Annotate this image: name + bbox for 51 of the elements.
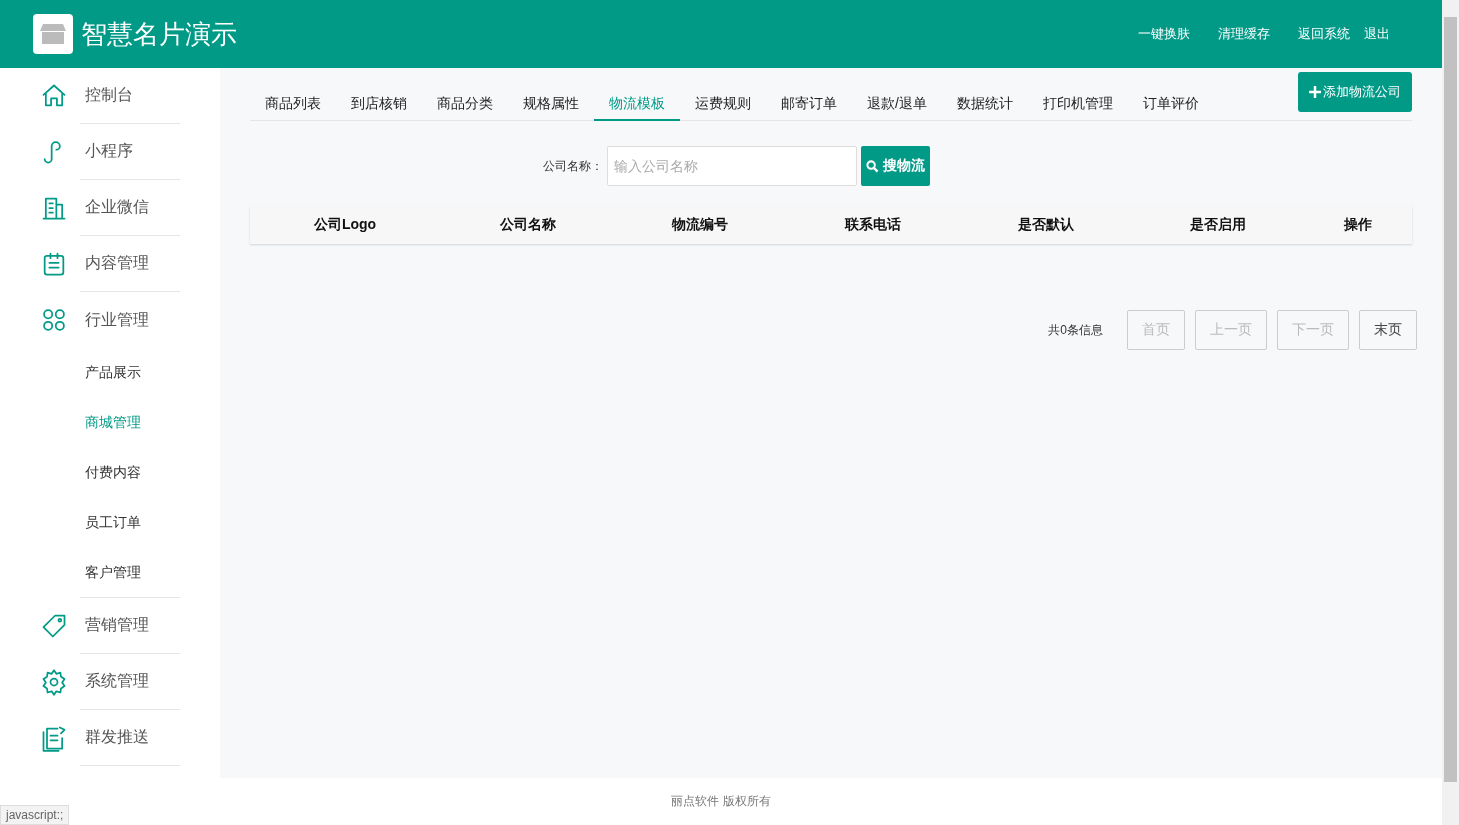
plus-icon: [1309, 86, 1321, 98]
settings-icon: [40, 668, 68, 696]
search-button[interactable]: 搜物流: [860, 146, 930, 186]
add-company-button[interactable]: 添加物流公司: [1298, 72, 1412, 112]
column-header: 联系电话: [843, 216, 902, 234]
tab[interactable]: 订单评价: [1127, 89, 1214, 121]
tab[interactable]: 运费规则: [680, 89, 766, 121]
sidebar-item[interactable]: 行业管理: [80, 309, 149, 331]
app-title: 智慧名片演示: [81, 17, 238, 51]
page-button[interactable]: 末页: [1359, 310, 1417, 350]
sidebar-item[interactable]: 群发推送: [80, 727, 149, 748]
tab[interactable]: 商品列表: [250, 89, 336, 121]
grid-icon: [40, 306, 68, 334]
header-link[interactable]: 返回系统: [1298, 25, 1350, 43]
sidebar-subitem[interactable]: 商城管理: [85, 414, 141, 432]
company-name-label: 公司名称：: [542, 157, 603, 175]
sidebar-item[interactable]: 小程序: [80, 141, 133, 162]
tab[interactable]: 规格属性: [508, 89, 594, 121]
sidebar-item[interactable]: 内容管理: [80, 253, 149, 274]
tab[interactable]: 打印机管理: [1027, 89, 1128, 121]
sidebar-subitem[interactable]: 员工订单: [85, 514, 141, 532]
share-icon: [40, 724, 68, 752]
column-header: 公司名称: [498, 216, 557, 234]
sidebar-subitem[interactable]: 付费内容: [85, 464, 141, 482]
sidebar-subitem[interactable]: 产品展示: [85, 364, 141, 382]
header-link[interactable]: 一键换肤: [1138, 25, 1190, 43]
record-count: 共0条信息: [1048, 321, 1103, 339]
tab[interactable]: 退款/退单: [852, 89, 942, 121]
sidebar-item[interactable]: 控制台: [80, 85, 133, 106]
sidebar-item[interactable]: 企业微信: [80, 197, 149, 218]
scrollbar[interactable]: [1442, 0, 1459, 825]
store-logo-icon: [33, 14, 73, 54]
column-header: 公司Logo: [312, 216, 378, 234]
tag-icon: [40, 612, 68, 640]
column-header: 是否启用: [1189, 216, 1247, 234]
status-url: javascript:;: [0, 805, 70, 825]
tab[interactable]: 邮寄订单: [766, 89, 852, 121]
column-header: 物流编号: [670, 216, 729, 234]
tab[interactable]: 到店核销: [336, 89, 422, 121]
tab[interactable]: 商品分类: [422, 89, 508, 121]
column-header: 操作: [1343, 216, 1373, 234]
header-link[interactable]: 退出: [1364, 25, 1390, 43]
company-name-field[interactable]: 输入公司名称: [606, 146, 857, 186]
search-icon: [865, 159, 879, 173]
sidebar-item[interactable]: 系统管理: [80, 671, 149, 692]
sidebar-item[interactable]: 营销管理: [80, 615, 149, 636]
copyright-text: 丽点软件 版权所有: [671, 793, 771, 810]
tab[interactable]: 数据统计: [941, 89, 1028, 121]
column-header: 是否默认: [1017, 216, 1075, 234]
sidebar-subitem[interactable]: 客户管理: [85, 563, 141, 582]
header-link[interactable]: 清理缓存: [1218, 25, 1270, 43]
